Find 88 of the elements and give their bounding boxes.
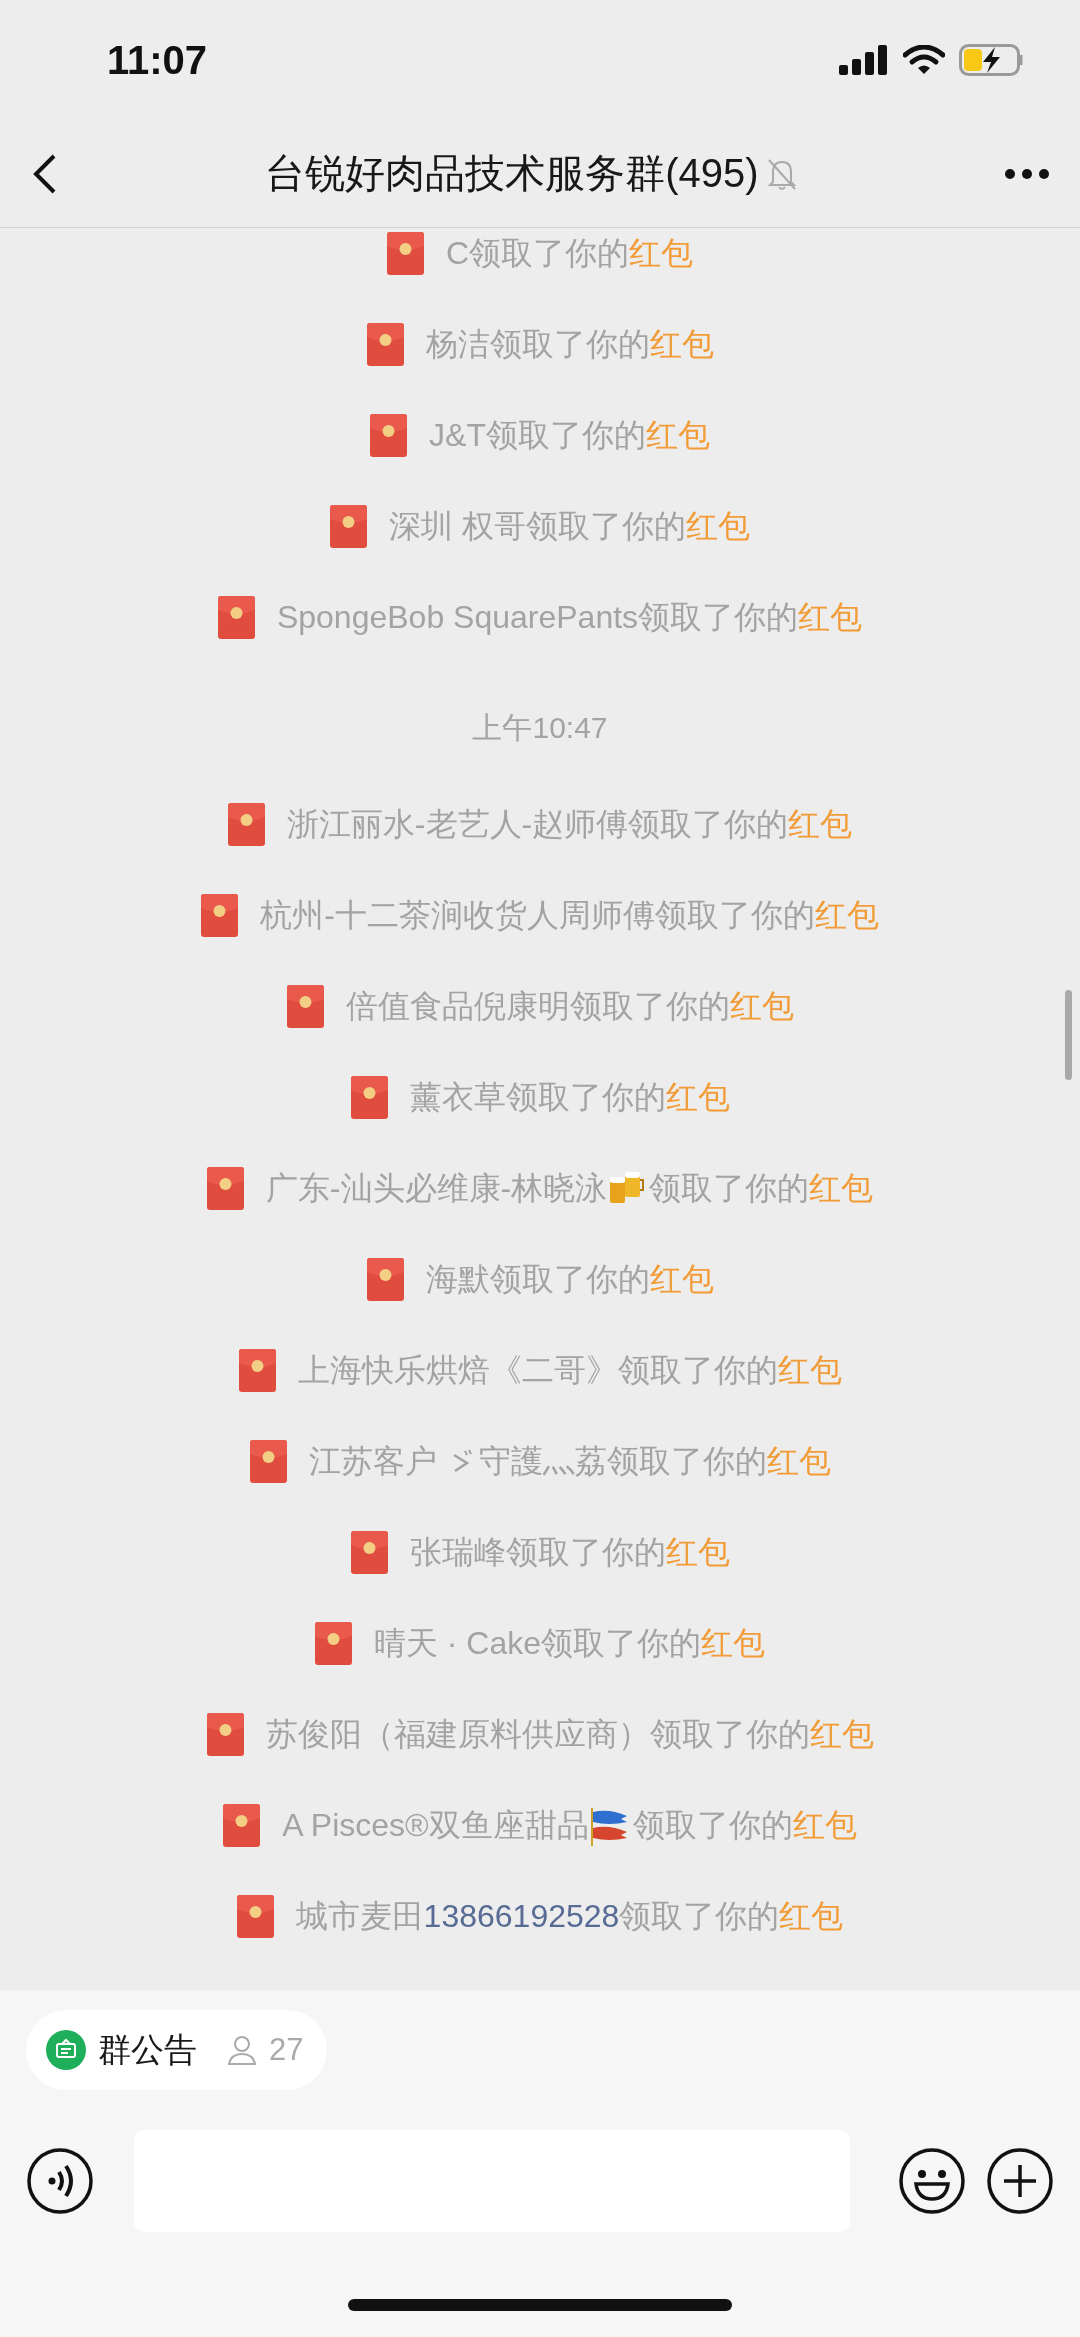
notice-text: 领取了你的 [489, 324, 650, 364]
packet-link[interactable]: 红包 [629, 231, 694, 276]
notice-text: 领取了你的 [541, 1623, 702, 1663]
carp-streamer-icon [588, 1805, 629, 1846]
person-icon [227, 2034, 257, 2066]
notice-text: 领取了你的 [606, 1441, 767, 1481]
envelope-icon [350, 1076, 388, 1119]
packet-link[interactable]: 红包 [665, 1530, 730, 1575]
notice-text: 领取了你的 [628, 804, 789, 844]
notice-text: 晴天 · Cake [373, 1623, 542, 1663]
packet-link[interactable]: 红包 [665, 1075, 730, 1120]
phone-link[interactable]: 13866192528 [423, 1898, 620, 1935]
notice-text: 领取了你的 [632, 1805, 793, 1845]
envelope-icon [217, 596, 255, 639]
notice-text: 领取了你的 [654, 895, 815, 935]
packet-link[interactable]: 红包 [649, 322, 714, 367]
packet-link[interactable]: 红包 [701, 1621, 766, 1666]
notice-text: 领取了你的 [619, 1896, 780, 1936]
wifi-icon [903, 45, 945, 75]
chat-title: 台锐好肉品技术服务群(495) [265, 150, 759, 197]
envelope-icon [350, 1531, 388, 1574]
envelope-icon [386, 232, 424, 275]
envelope-icon [201, 894, 239, 937]
announcement-chip[interactable]: 群公告 27 [26, 2010, 328, 2090]
announcement-icon [46, 2030, 86, 2070]
packet-link[interactable]: 红包 [766, 1439, 831, 1484]
notice-text: 浙江丽水-老艺人-赵师傅 [286, 804, 629, 844]
add-button[interactable] [986, 2147, 1054, 2215]
notice-text: 领取了你的 [489, 1259, 650, 1299]
more-button[interactable] [1004, 167, 1050, 180]
status-time: 11:07 [107, 37, 208, 83]
battery-icon [959, 44, 1025, 76]
notice-text: C [445, 235, 470, 272]
envelope-icon [236, 1895, 274, 1938]
notice-text: 领取了你的 [638, 597, 799, 637]
notice-text: 海默 [425, 1259, 490, 1299]
envelope-icon [330, 505, 368, 548]
notice-text: 领取了你的 [469, 233, 630, 273]
notice-text: 江苏客户 [308, 1441, 437, 1481]
packet-link[interactable]: 红包 [685, 504, 750, 549]
envelope-icon [366, 323, 404, 366]
notice-text: SpongeBob SquarePants [276, 599, 639, 636]
notice-text: 领取了你的 [569, 986, 730, 1026]
envelope-icon [366, 1258, 404, 1301]
notice-text: 深圳 权哥 [389, 506, 526, 546]
envelope-icon [249, 1440, 287, 1483]
packet-link[interactable]: 红包 [777, 1348, 842, 1393]
packet-link[interactable]: 红包 [792, 1803, 857, 1848]
envelope-icon [370, 414, 408, 457]
notice-text: 领取了你的 [617, 1350, 778, 1390]
packet-link[interactable]: 红包 [798, 595, 863, 640]
packet-link[interactable]: 红包 [645, 413, 710, 458]
timestamp: 上午10:47 [472, 709, 608, 746]
packet-link[interactable]: 红包 [809, 1166, 874, 1211]
envelope-icon [206, 1713, 244, 1756]
packet-link[interactable]: 红包 [649, 1257, 714, 1302]
signal-icon [839, 45, 889, 75]
envelope-icon [286, 985, 324, 1028]
notice-text: J&T [429, 417, 486, 454]
notice-text: 领取了你的 [505, 1532, 666, 1572]
envelope-icon [314, 1622, 352, 1665]
emoji-button[interactable] [898, 2147, 966, 2215]
packet-link[interactable]: 红包 [814, 893, 879, 938]
packet-link[interactable]: 红包 [809, 1712, 874, 1757]
notice-text: 倍值食品倪康明 [345, 986, 570, 1026]
notice-text: 广东-汕头必维康-林晓泳 [265, 1168, 608, 1208]
notice-text: 苏俊阳（福建原料供应商） [265, 1714, 650, 1754]
voice-button[interactable] [26, 2147, 94, 2215]
notice-text: 杭州-十二茶涧收货人周师傅 [260, 895, 655, 935]
packet-link[interactable]: 红包 [788, 802, 853, 847]
notice-text: 张瑞峰 [409, 1532, 506, 1572]
notice-text: 薰衣草 [409, 1077, 506, 1117]
packet-link[interactable]: 红包 [729, 984, 794, 1029]
notice-text: 领取了你的 [649, 1714, 810, 1754]
notice-text: 杨洁 [425, 324, 490, 364]
envelope-icon [238, 1349, 276, 1392]
envelope-icon [206, 1167, 244, 1210]
envelope-icon [223, 1804, 261, 1847]
notice-text: 领取了你的 [505, 1077, 666, 1117]
notice-text: A Pisces®双鱼座甜品 [282, 1805, 589, 1845]
notice-text: 领取了你的 [485, 415, 646, 455]
packet-link[interactable]: 红包 [779, 1894, 844, 1939]
notice-text: 领取了你的 [649, 1168, 810, 1208]
notice-text: 城市麦田 [295, 1896, 424, 1936]
notice-text: 上海快乐烘焙《二哥》 [297, 1350, 618, 1390]
notice-text: 领取了你的 [525, 506, 686, 546]
notice-text: 守護灬荔 [478, 1441, 607, 1481]
envelope-icon [227, 803, 265, 846]
